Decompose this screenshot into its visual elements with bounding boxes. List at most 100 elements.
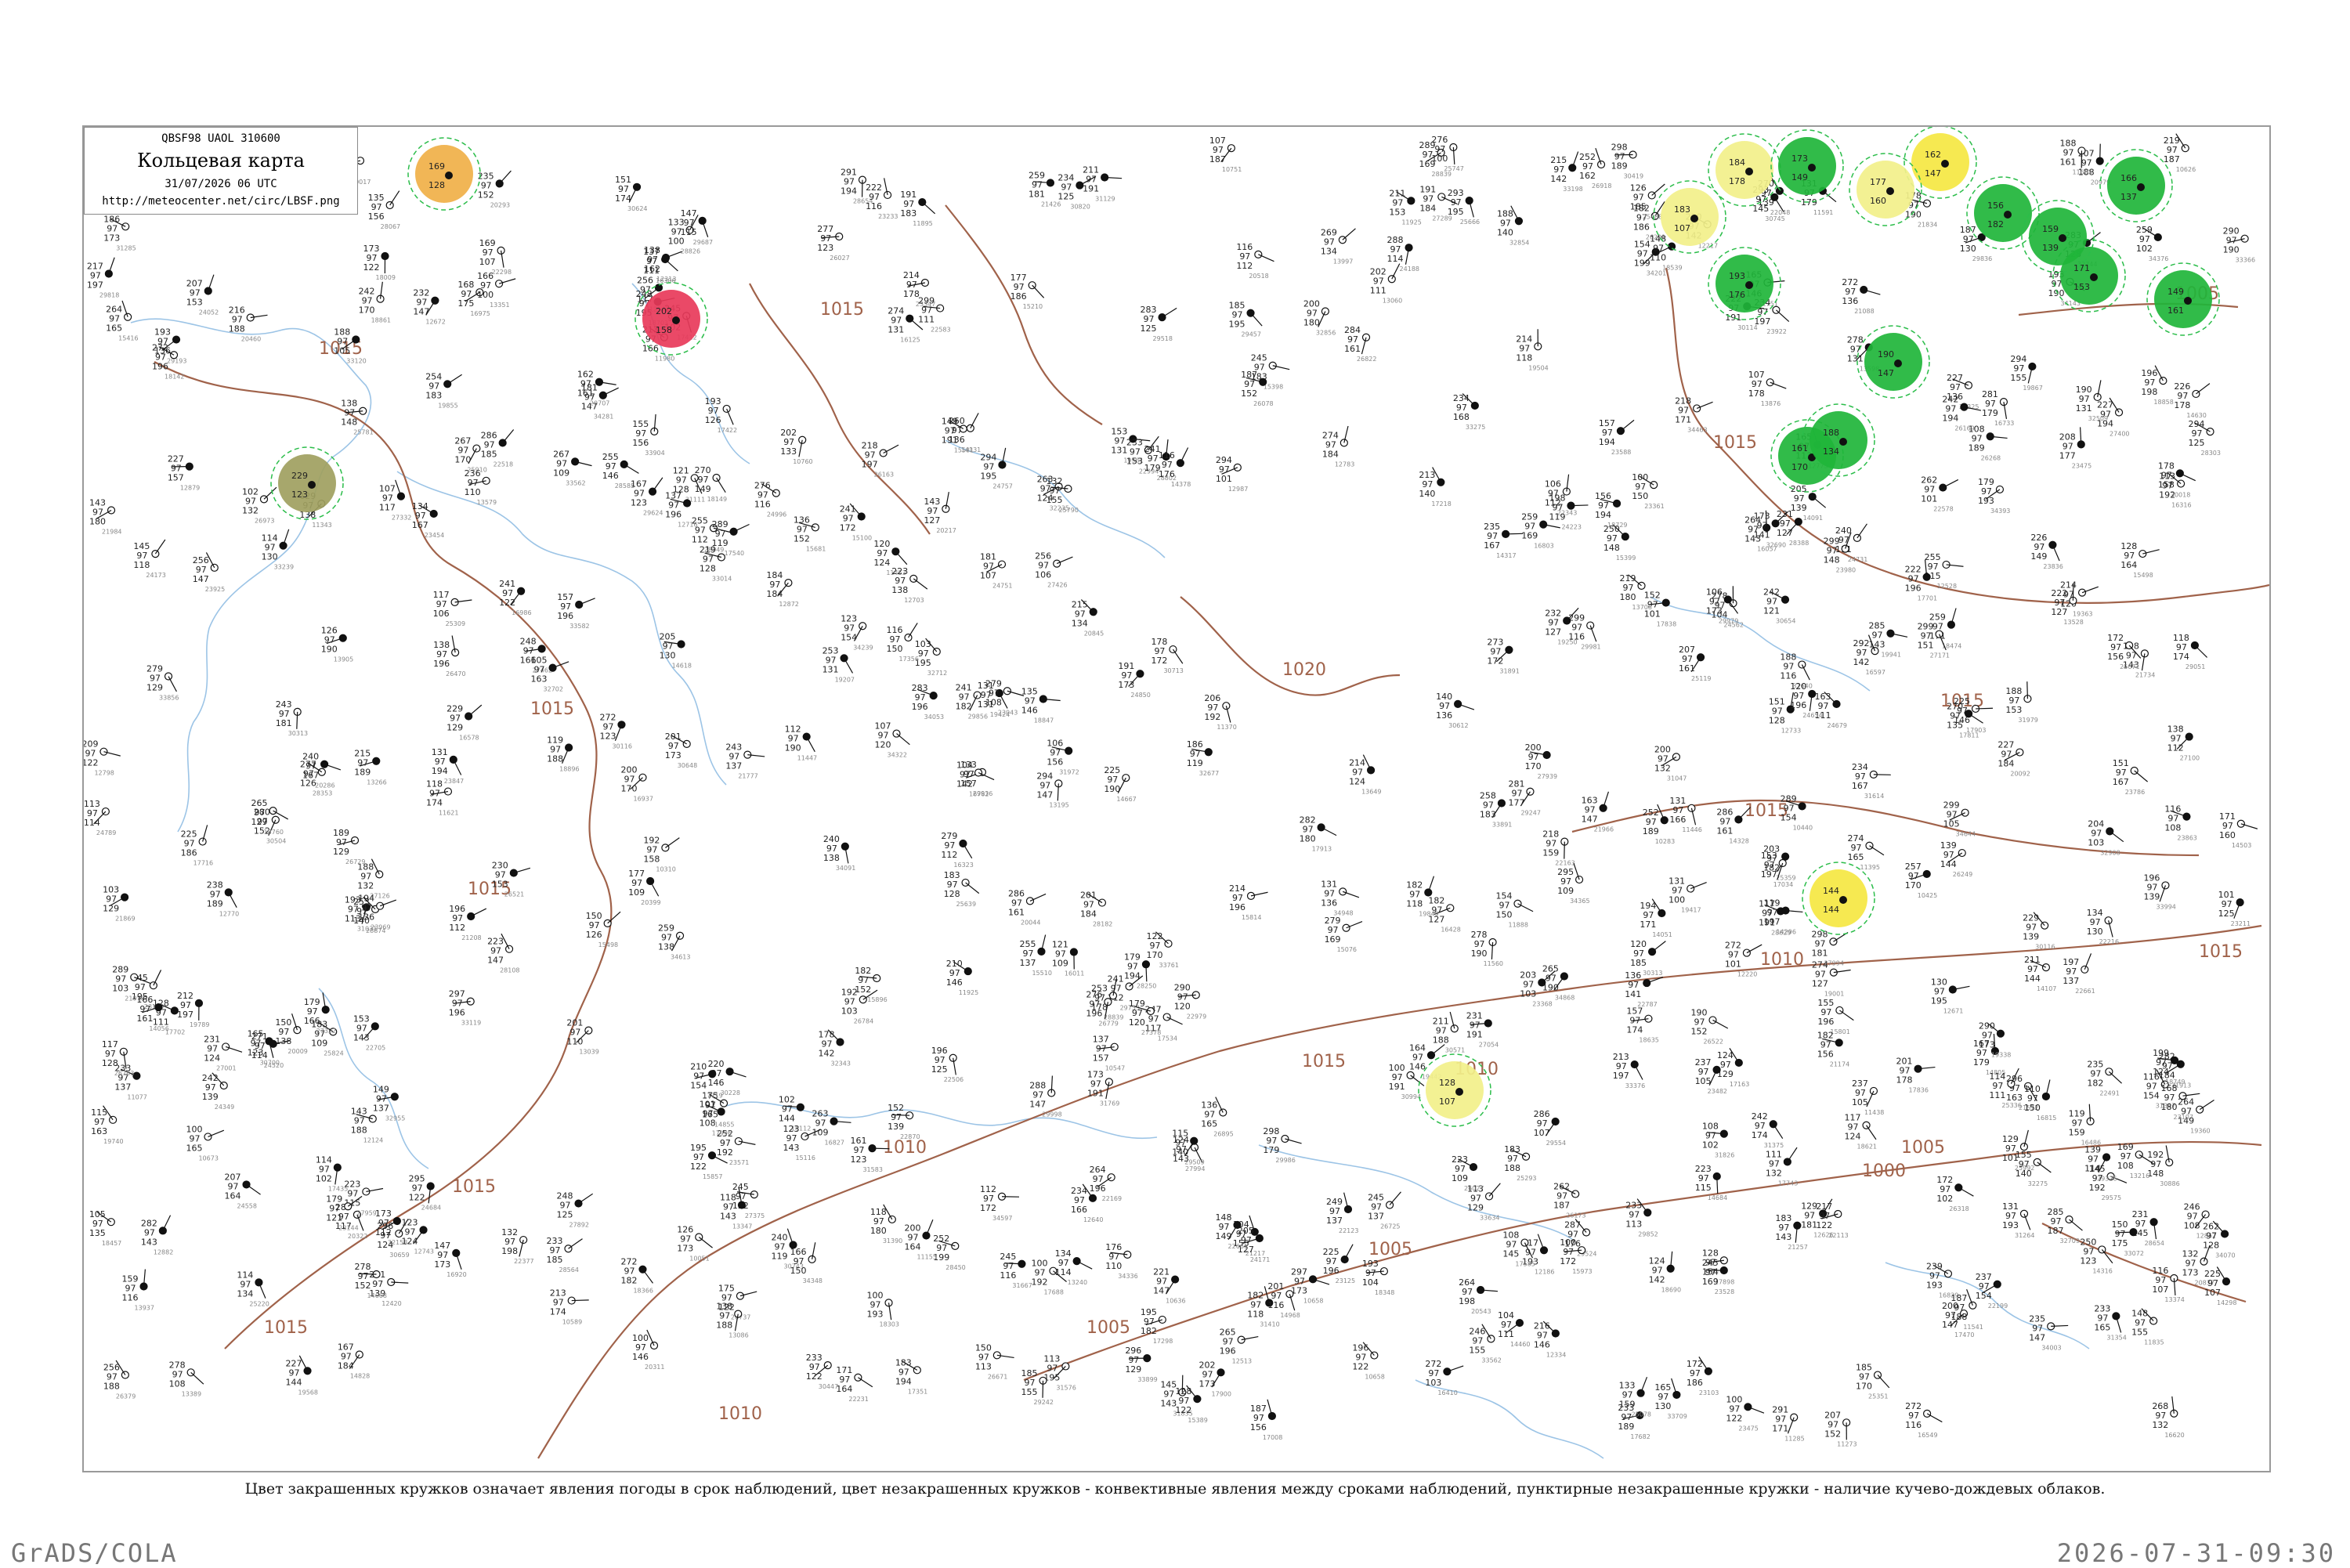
svg-text:159: 159 [1619,1400,1636,1410]
svg-text:119: 119 [772,1252,788,1262]
svg-text:165: 165 [2094,1322,2110,1332]
svg-text:122: 122 [1175,1405,1191,1415]
svg-text:25336: 25336 [2001,1102,2021,1109]
svg-text:28826: 28826 [681,248,700,255]
station-pressure: 137 [2120,192,2137,202]
station-plot: 2359715220293 [478,171,512,208]
station-plot: 2659719612513 [1220,1328,1259,1365]
svg-text:132: 132 [357,880,374,891]
svg-text:11395: 11395 [1860,864,1879,871]
svg-text:30713: 30713 [1163,667,1183,674]
svg-text:16316: 16316 [2171,502,2191,509]
svg-text:171: 171 [1772,1424,1788,1434]
svg-text:28450: 28450 [945,1264,965,1271]
svg-text:179: 179 [1982,408,1998,418]
svg-text:152: 152 [1241,388,1257,399]
svg-text:191: 191 [1725,313,1741,323]
station-plot: 1969713933994 [2143,873,2175,910]
station-plot: 1499713732955 [373,1084,405,1122]
svg-text:174: 174 [426,798,443,808]
svg-text:26173: 26173 [1566,1212,1585,1219]
svg-text:27054: 27054 [1479,1041,1499,1048]
station-pressure: 144 [1823,905,1839,915]
svg-text:33376: 33376 [1625,1082,1645,1089]
svg-text:142: 142 [1550,174,1567,184]
svg-text:11273: 11273 [1837,1440,1856,1447]
station-plot: 2179719729818 [87,258,119,299]
svg-text:130: 130 [262,552,278,562]
svg-text:190: 190 [785,743,801,753]
svg-text:146: 146 [708,1078,725,1088]
svg-text:174: 174 [1752,1130,1768,1140]
svg-text:32275: 32275 [2028,1180,2048,1187]
svg-text:30228: 30228 [721,1089,740,1097]
svg-text:34003: 34003 [2041,1344,2061,1351]
station-plot: 2339716531354 [2094,1303,2126,1341]
station-plot: 1149713033239 [262,529,294,571]
svg-text:13374: 13374 [2164,1296,2184,1303]
svg-text:147: 147 [487,956,504,966]
station-plot: 2789710813389 [169,1360,204,1397]
station-plot: 2869716120044 [1008,888,1046,926]
station-plot: 1119713217743 [1766,1147,1798,1187]
svg-text:14855: 14855 [714,1122,734,1129]
station-plot: 2169718820460 [229,305,268,343]
svg-text:110: 110 [1105,1261,1122,1271]
station-plot: 2019711013039 [566,1018,598,1056]
svg-text:14056: 14056 [149,1025,168,1032]
station-plot: 1639711124679 [1815,692,1847,729]
svg-text:189: 189 [1618,1422,1634,1432]
station-plot: 2029713310760 [780,428,812,465]
station-plot: 1669710013351 [477,271,515,309]
svg-text:183: 183 [1480,809,1496,819]
svg-text:198: 198 [2141,387,2157,397]
svg-text:34053: 34053 [924,714,944,721]
station-plot: 1399714426249 [1940,840,1972,878]
svg-text:18303: 18303 [880,1321,899,1328]
svg-text:27994: 27994 [1824,959,1843,966]
svg-text:23125: 23125 [1336,1277,1355,1284]
svg-text:29624: 29624 [643,510,663,517]
svg-text:14317: 14317 [1496,552,1516,559]
svg-text:122: 122 [1726,1413,1742,1423]
svg-text:196: 196 [912,702,928,712]
station-plot: 1199718818896 [547,735,579,772]
svg-text:161: 161 [136,1013,153,1024]
svg-text:129: 129 [1125,1364,1141,1375]
station-plot: 1459711824173 [133,540,165,579]
svg-text:183: 183 [900,208,916,219]
svg-text:161: 161 [1716,826,1733,836]
svg-text:150: 150 [2024,1103,2041,1113]
svg-text:175: 175 [457,298,474,309]
svg-text:185: 185 [1630,958,1647,968]
svg-text:171: 171 [1640,919,1656,930]
svg-text:27100: 27100 [2180,755,2200,762]
svg-text:122: 122 [84,758,98,768]
svg-text:31264: 31264 [2015,1232,2034,1239]
svg-text:125: 125 [1141,323,1157,334]
station-plot: 1509713820009 [275,1013,307,1055]
svg-text:25910: 25910 [467,467,486,474]
svg-text:196: 196 [1790,700,1806,710]
station-plot: 2159713420845 [1072,599,1104,637]
station-plot: 2079715211273 [1824,1410,1856,1447]
svg-text:139: 139 [2143,891,2160,901]
svg-text:180: 180 [1300,833,1316,844]
svg-text:16803: 16803 [1534,543,1553,550]
station-plot: 2799711216323 [941,831,973,869]
source-url[interactable]: http://meteocenter.net/circ/LBSF.png [85,195,357,208]
svg-text:19568: 19568 [298,1389,318,1396]
svg-text:23786: 23786 [2125,789,2145,796]
station-plot: 2109714611925 [946,959,978,996]
svg-text:12770: 12770 [219,910,239,917]
svg-text:117: 117 [379,503,396,513]
station-plot: 1679718414828 [338,1342,370,1380]
station-plot: 1739712218009 [363,244,396,281]
svg-text:138: 138 [891,585,908,595]
svg-text:16986: 16986 [512,609,531,616]
svg-text:164: 164 [2120,560,2137,570]
svg-text:26671: 26671 [988,1373,1007,1380]
station-plot: 1359715628067 [368,191,400,230]
svg-text:146: 146 [602,471,619,481]
svg-text:126: 126 [586,930,602,940]
